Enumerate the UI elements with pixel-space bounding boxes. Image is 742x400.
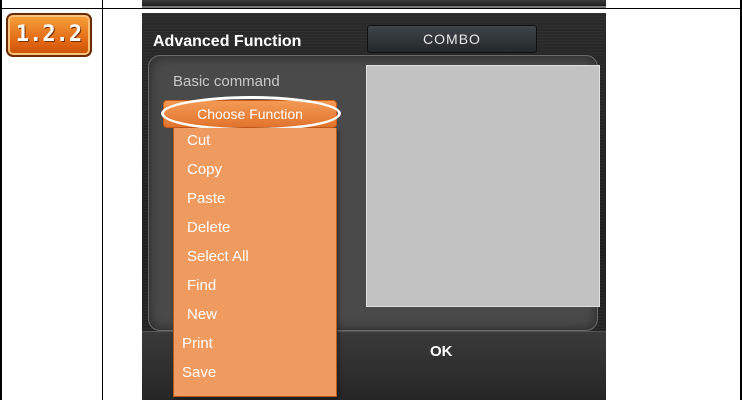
- choose-function-select[interactable]: Choose Function: [163, 100, 337, 128]
- menu-item-print[interactable]: Print: [182, 335, 213, 352]
- menu-item-new[interactable]: New: [187, 306, 217, 323]
- menu-item-cut[interactable]: Cut: [187, 132, 210, 149]
- basic-command-label: Basic command: [173, 73, 280, 90]
- menu-item-find[interactable]: Find: [187, 277, 216, 294]
- menu-item-save[interactable]: Save: [182, 364, 216, 381]
- doc-row-divider: [0, 8, 742, 9]
- step-number: 1.2.2: [15, 22, 83, 47]
- previous-screenshot-edge: [142, 0, 606, 8]
- dropdown-list: Cut Copy Paste Delete Select All Find Ne…: [173, 128, 337, 397]
- ok-button[interactable]: OK: [430, 343, 453, 360]
- combo-button[interactable]: COMBO: [367, 25, 537, 53]
- function-dropdown[interactable]: Choose Function Cut Copy Paste Delete Se…: [161, 96, 341, 397]
- doc-column-divider: [102, 0, 103, 400]
- step-badge: 1.2.2: [6, 13, 92, 57]
- menu-item-select-all[interactable]: Select All: [187, 248, 249, 265]
- menu-item-delete[interactable]: Delete: [187, 219, 230, 236]
- advanced-function-label: Advanced Function: [153, 33, 302, 50]
- preview-area: [366, 65, 600, 307]
- doc-border-left: [0, 0, 2, 400]
- menu-item-paste[interactable]: Paste: [187, 190, 225, 207]
- menu-item-copy[interactable]: Copy: [187, 161, 222, 178]
